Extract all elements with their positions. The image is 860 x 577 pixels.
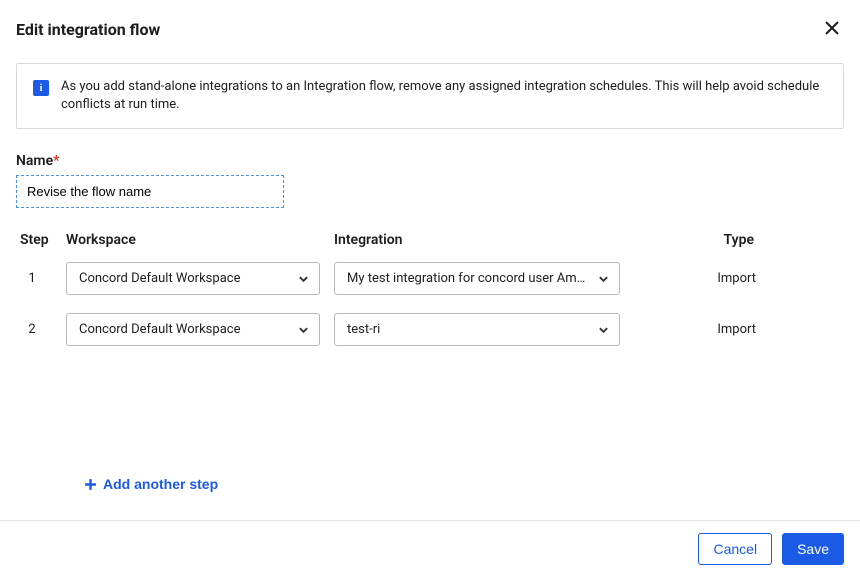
integration-select[interactable]: test-ri xyxy=(334,313,620,346)
required-indicator: * xyxy=(53,153,59,169)
close-icon xyxy=(824,20,840,39)
chevron-down-icon xyxy=(298,273,309,284)
type-cell: Import xyxy=(634,271,844,286)
integration-select[interactable]: My test integration for concord user Ama… xyxy=(334,262,620,295)
info-banner-text: As you add stand-alone integrations to a… xyxy=(61,78,827,114)
chevron-down-icon xyxy=(598,273,609,284)
integration-select-value: test-ri xyxy=(347,322,589,337)
name-label: Name* xyxy=(16,153,844,169)
plus-icon xyxy=(84,478,97,491)
type-cell: Import xyxy=(634,322,844,337)
close-button[interactable] xyxy=(820,16,844,43)
step-row: 2 Concord Default Workspace test-ri Impo… xyxy=(16,313,844,346)
workspace-select-value: Concord Default Workspace xyxy=(79,322,289,337)
workspace-select-value: Concord Default Workspace xyxy=(79,271,289,286)
dialog-header: Edit integration flow xyxy=(16,16,844,43)
steps-table: Step Workspace Integration Type 1 Concor… xyxy=(16,232,844,346)
name-input[interactable] xyxy=(16,175,284,208)
add-step-row: Add another step xyxy=(16,476,844,492)
column-header-workspace: Workspace xyxy=(66,232,334,248)
workspace-select[interactable]: Concord Default Workspace xyxy=(66,313,320,346)
save-button[interactable]: Save xyxy=(782,533,844,565)
chevron-down-icon xyxy=(298,324,309,335)
workspace-select[interactable]: Concord Default Workspace xyxy=(66,262,320,295)
step-row: 1 Concord Default Workspace My test inte… xyxy=(16,262,844,295)
dialog-title: Edit integration flow xyxy=(16,20,160,39)
info-banner: i As you add stand-alone integrations to… xyxy=(16,63,844,129)
column-header-type: Type xyxy=(634,232,844,248)
add-another-step-button[interactable]: Add another step xyxy=(84,476,218,492)
column-header-step: Step xyxy=(16,232,66,248)
edit-integration-flow-dialog: Edit integration flow i As you add stand… xyxy=(0,0,860,508)
steps-table-header: Step Workspace Integration Type xyxy=(16,232,844,248)
chevron-down-icon xyxy=(598,324,609,335)
cancel-button[interactable]: Cancel xyxy=(698,533,772,565)
add-step-label: Add another step xyxy=(103,476,218,492)
dialog-footer: Cancel Save xyxy=(0,520,860,577)
info-icon: i xyxy=(33,80,49,96)
step-number: 2 xyxy=(16,322,66,337)
step-number: 1 xyxy=(16,271,66,286)
integration-select-value: My test integration for concord user Ama… xyxy=(347,271,589,286)
column-header-integration: Integration xyxy=(334,232,634,248)
